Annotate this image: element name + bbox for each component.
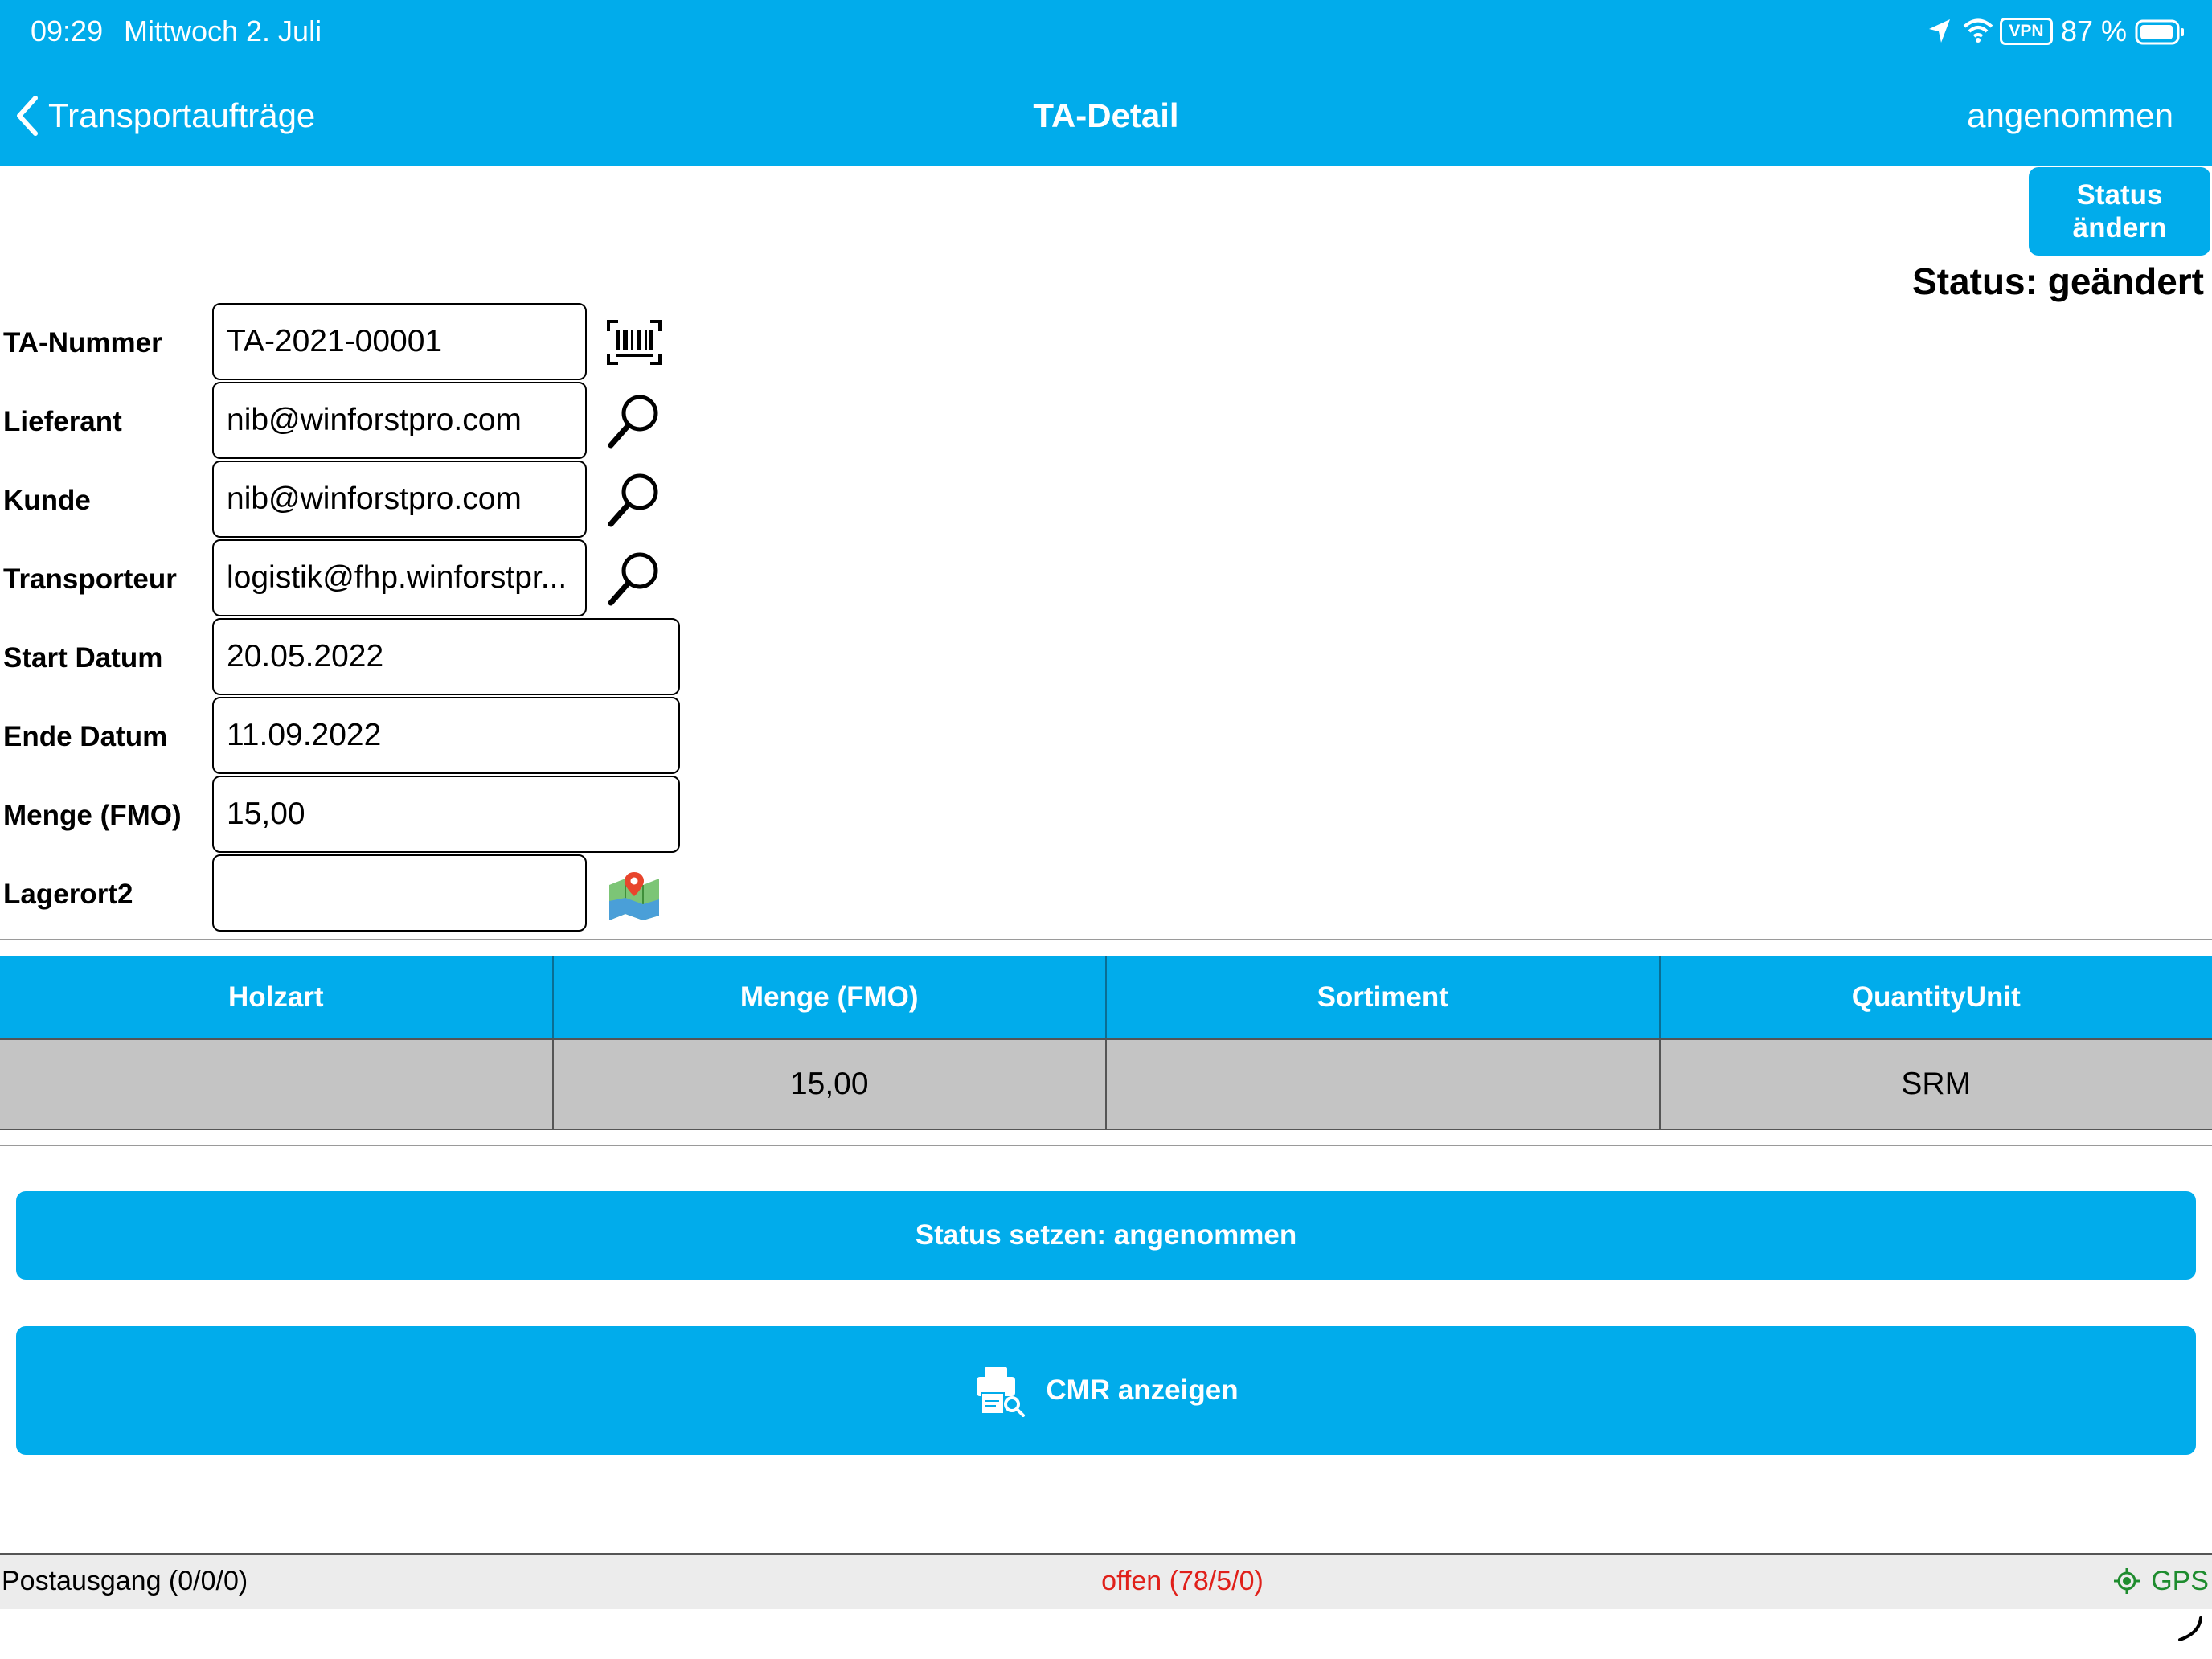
col-sortiment: Sortiment bbox=[1107, 956, 1661, 1038]
barcode-scan-icon[interactable] bbox=[604, 310, 664, 375]
start-datum-label: Start Datum bbox=[3, 642, 163, 674]
transporteur-search-icon[interactable] bbox=[604, 547, 664, 611]
gps-label: GPS bbox=[2151, 1566, 2209, 1596]
set-status-label: Status setzen: angenommen bbox=[915, 1219, 1297, 1251]
start-datum-field[interactable]: 20.05.2022 bbox=[212, 618, 680, 695]
cell-holzart bbox=[0, 1040, 554, 1129]
lieferant-field[interactable]: nib@winforstpro.com bbox=[212, 382, 587, 459]
table-row[interactable]: 15,00 SRM bbox=[0, 1038, 2212, 1130]
set-status-button[interactable]: Status setzen: angenommen bbox=[16, 1191, 2196, 1280]
cmr-label: CMR anzeigen bbox=[1046, 1374, 1239, 1406]
status-date: Mittwoch 2. Juli bbox=[124, 14, 322, 47]
nav-status-label[interactable]: angenommen bbox=[1967, 90, 2173, 141]
col-holzart: Holzart bbox=[0, 956, 554, 1038]
kunde-field[interactable]: nib@winforstpro.com bbox=[212, 461, 587, 538]
wifi-icon bbox=[1963, 18, 1993, 43]
cell-quantityunit: SRM bbox=[1901, 1067, 1972, 1101]
gps-target-icon bbox=[2114, 1568, 2140, 1594]
chevron-left-icon bbox=[17, 96, 38, 136]
change-status-line1: Status bbox=[2076, 179, 2163, 211]
cell-sortiment bbox=[1107, 1040, 1661, 1129]
map-pin-icon[interactable] bbox=[604, 863, 664, 928]
col-menge: Menge (FMO) bbox=[554, 956, 1107, 1038]
open-status[interactable]: offen (78/5/0) bbox=[0, 1555, 2212, 1608]
transporteur-label: Transporteur bbox=[3, 563, 177, 595]
top-bar bbox=[0, 0, 2212, 166]
printer-search-icon bbox=[977, 1367, 1026, 1417]
ende-datum-label: Ende Datum bbox=[3, 721, 168, 752]
kunde-search-icon[interactable] bbox=[604, 468, 664, 532]
ta-nummer-field[interactable]: TA-2021-00001 bbox=[212, 303, 587, 380]
footer-bar: Postausgang (0/0/0) offen (78/5/0) GPS bbox=[0, 1553, 2212, 1609]
cmr-button[interactable]: CMR anzeigen bbox=[16, 1326, 2196, 1455]
back-button[interactable]: Transportaufträge bbox=[14, 90, 315, 141]
status-label: Status: geändert bbox=[1912, 260, 2204, 302]
ende-datum-field[interactable]: 11.09.2022 bbox=[212, 697, 680, 774]
battery-percent: 87 % bbox=[2061, 14, 2128, 47]
transporteur-field[interactable]: logistik@fhp.winforstpr... bbox=[212, 539, 587, 616]
vpn-badge: VPN bbox=[2000, 18, 2053, 45]
change-status-button[interactable]: Status ändern bbox=[2029, 167, 2210, 256]
lagerort-label: Lagerort2 bbox=[3, 879, 133, 910]
lagerort-field[interactable] bbox=[212, 854, 587, 932]
divider bbox=[0, 1145, 2212, 1146]
divider bbox=[0, 939, 2212, 940]
ta-nummer-label: TA-Nummer bbox=[3, 327, 162, 358]
cell-menge: 15,00 bbox=[554, 1040, 1107, 1129]
col-quantityunit: QuantityUnit bbox=[1851, 981, 2021, 1013]
lieferant-label: Lieferant bbox=[3, 406, 122, 437]
change-status-line2: ändern bbox=[2072, 212, 2167, 244]
back-label: Transportaufträge bbox=[48, 96, 316, 134]
menge-label: Menge (FMO) bbox=[3, 800, 182, 831]
table-header: Holzart Menge (FMO) Sortiment QuantityUn… bbox=[0, 956, 2212, 1038]
lieferant-search-icon[interactable] bbox=[604, 389, 664, 453]
location-arrow-icon bbox=[1927, 18, 1952, 45]
gps-status[interactable]: GPS bbox=[2114, 1555, 2209, 1608]
menge-field[interactable]: 15,00 bbox=[212, 776, 680, 853]
loading-spinner-icon bbox=[2177, 1616, 2204, 1643]
kunde-label: Kunde bbox=[3, 485, 91, 516]
battery-icon bbox=[2135, 19, 2186, 45]
status-time: 09:29 bbox=[31, 14, 104, 47]
